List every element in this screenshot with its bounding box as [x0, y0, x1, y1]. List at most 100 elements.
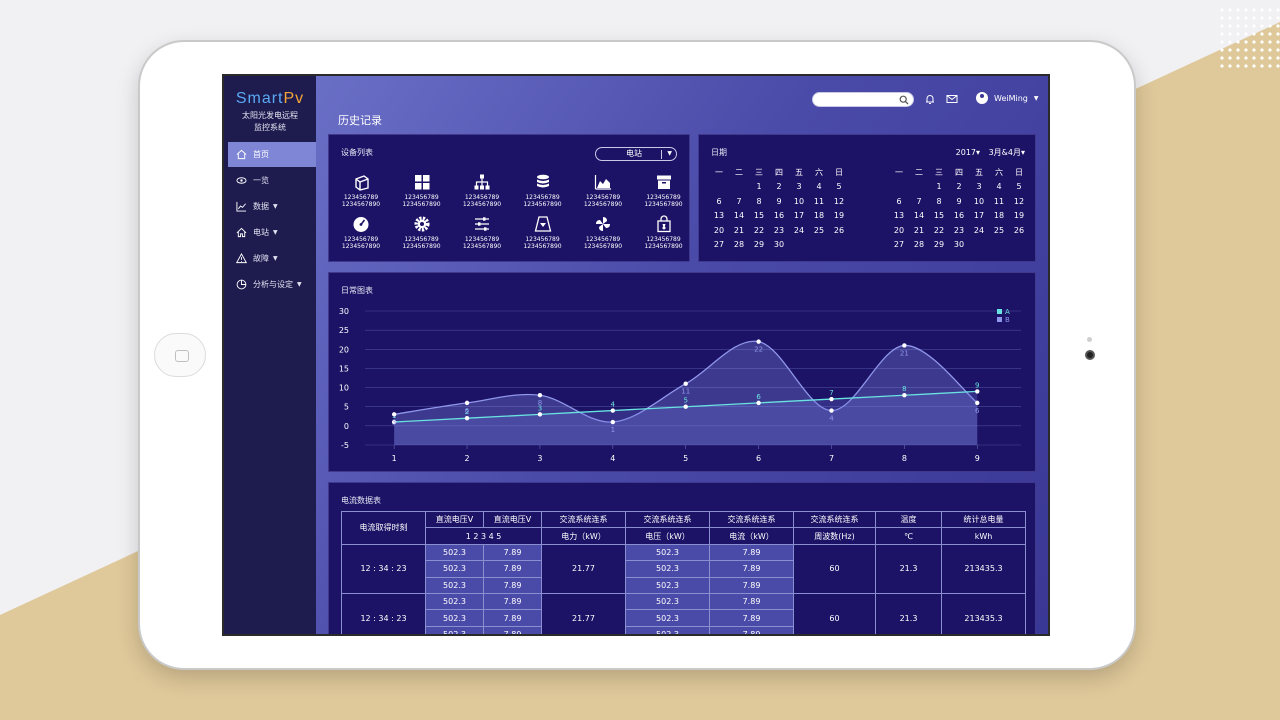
calendar-day[interactable]: 12 — [1009, 197, 1029, 206]
calendar-day[interactable]: 29 — [749, 240, 769, 249]
bell-icon[interactable] — [924, 93, 936, 105]
calendar-day[interactable]: 22 — [929, 226, 949, 235]
calendar-day[interactable]: 9 — [949, 197, 969, 206]
calendar-day[interactable]: 13 — [709, 211, 729, 220]
calendar-day[interactable]: 17 — [969, 211, 989, 220]
calendar-day[interactable]: 25 — [809, 226, 829, 235]
calendar-day[interactable]: 7 — [729, 197, 749, 206]
device-item[interactable]: 123456789 1234567890 — [454, 173, 510, 208]
calendar-day[interactable]: 14 — [909, 211, 929, 220]
calendar-day[interactable]: 11 — [989, 197, 1009, 206]
year-select[interactable]: 2017▾ — [956, 148, 980, 157]
user-menu[interactable]: WeiMing ▼ — [976, 92, 1038, 104]
device-serial: 1234567890 — [462, 243, 502, 250]
calendar-day[interactable]: 1 — [749, 182, 769, 191]
calendar-day[interactable]: 11 — [809, 197, 829, 206]
calendar-day[interactable]: 24 — [969, 226, 989, 235]
calendar-day[interactable]: 27 — [709, 240, 729, 249]
calendar-day[interactable]: 20 — [889, 226, 909, 235]
search-input[interactable] — [812, 92, 914, 107]
station-select[interactable]: 电站 ▼ — [595, 147, 677, 161]
calendar-day[interactable]: 2 — [769, 182, 789, 191]
calendar-day[interactable]: 13 — [889, 211, 909, 220]
calendar-day[interactable]: 10 — [969, 197, 989, 206]
calendar-title: 日期 — [711, 148, 727, 157]
legend-swatch — [997, 309, 1002, 314]
calendar-day[interactable]: 4 — [989, 182, 1009, 191]
device-item[interactable]: 123456789 1234567890 — [394, 215, 450, 250]
calendar-day[interactable]: 2 — [949, 182, 969, 191]
month-select[interactable]: 3月&4月▾ — [989, 148, 1025, 157]
table-cell-temperature: 21.3 — [875, 543, 942, 594]
calendar-day[interactable]: 1 — [929, 182, 949, 191]
data-label: 6 — [465, 407, 470, 415]
calendar-day[interactable]: 8 — [929, 197, 949, 206]
calendar-day[interactable]: 26 — [1009, 226, 1029, 235]
sidebar-item-analysis[interactable]: 分析与设定 ▼ — [228, 272, 316, 297]
sidebar-item-station[interactable]: 电站 ▼ — [228, 220, 316, 245]
weekday-label: 六 — [815, 167, 823, 177]
calendar-day[interactable]: 3 — [969, 182, 989, 191]
device-item[interactable]: 123456789 1234567890 — [333, 215, 389, 250]
device-item[interactable]: 123456789 1234567890 — [394, 173, 450, 208]
eye-icon — [236, 177, 247, 184]
calendar-day[interactable]: 18 — [989, 211, 1009, 220]
search-icon[interactable] — [899, 95, 909, 105]
calendar-day[interactable]: 5 — [1009, 182, 1029, 191]
calendar-day[interactable]: 20 — [709, 226, 729, 235]
sidebar-item-home[interactable]: 首页 — [228, 142, 316, 167]
calendar-day[interactable]: 21 — [909, 226, 929, 235]
device-item[interactable]: 123456789 1234567890 — [575, 215, 631, 250]
calendar-day[interactable]: 25 — [989, 226, 1009, 235]
calendar-day[interactable]: 9 — [769, 197, 789, 206]
calendar-day[interactable]: 28 — [729, 240, 749, 249]
calendar-day[interactable]: 23 — [769, 226, 789, 235]
calendar-day[interactable]: 6 — [709, 197, 729, 206]
calendar-day[interactable]: 22 — [749, 226, 769, 235]
calendar-day[interactable]: 26 — [829, 226, 849, 235]
device-item[interactable]: 123456789 1234567890 — [515, 215, 571, 250]
calendar-day[interactable]: 27 — [889, 240, 909, 249]
calendar-day[interactable]: 19 — [829, 211, 849, 220]
calendar-day[interactable]: 16 — [769, 211, 789, 220]
chevron-down-icon: ▼ — [273, 203, 278, 210]
gauge-icon — [353, 217, 369, 232]
calendar-day[interactable]: 24 — [789, 226, 809, 235]
calendar-day[interactable]: 28 — [909, 240, 929, 249]
calendar-day[interactable]: 30 — [769, 240, 789, 249]
calendar-day[interactable]: 15 — [749, 211, 769, 220]
calendar-day[interactable]: 29 — [929, 240, 949, 249]
device-item[interactable]: 123456789 1234567890 — [454, 215, 510, 250]
sidebar-item-overview[interactable]: 一览 — [228, 168, 316, 193]
device-item[interactable]: 123456789 1234567890 — [333, 173, 389, 208]
calendar-day[interactable]: 21 — [729, 226, 749, 235]
calendar-day[interactable]: 12 — [829, 197, 849, 206]
calendar-day[interactable]: 7 — [909, 197, 929, 206]
device-item[interactable]: 123456789 1234567890 — [575, 173, 631, 208]
device-id: 123456789 — [525, 236, 560, 243]
calendar-day[interactable]: 23 — [949, 226, 969, 235]
mail-icon[interactable] — [946, 93, 958, 105]
chevron-down-icon: ▾ — [1020, 148, 1025, 157]
table-cell: 7.89 — [709, 543, 794, 562]
calendar-day[interactable]: 30 — [949, 240, 969, 249]
calendar-day[interactable]: 17 — [789, 211, 809, 220]
calendar-day[interactable]: 18 — [809, 211, 829, 220]
calendar-day[interactable]: 14 — [729, 211, 749, 220]
device-item[interactable]: 123456789 1234567890 — [636, 215, 692, 250]
device-item[interactable]: 123456789 1234567890 — [515, 173, 571, 208]
sidebar-item-data[interactable]: 数据 ▼ — [228, 194, 316, 219]
calendar-day[interactable]: 15 — [929, 211, 949, 220]
calendar-day[interactable]: 10 — [789, 197, 809, 206]
calendar-day[interactable]: 3 — [789, 182, 809, 191]
calendar-day[interactable]: 16 — [949, 211, 969, 220]
calendar-day[interactable]: 19 — [1009, 211, 1029, 220]
calendar-day[interactable]: 8 — [749, 197, 769, 206]
calendar-day[interactable]: 5 — [829, 182, 849, 191]
table-header-cell: 交流系统连系 — [793, 510, 876, 529]
calendar-day[interactable]: 4 — [809, 182, 829, 191]
device-item[interactable]: 123456789 1234567890 — [636, 173, 692, 208]
calendar-day[interactable]: 6 — [889, 197, 909, 206]
calendar-week: 27 28 29 30 — [889, 238, 1029, 253]
sidebar-item-fault[interactable]: 故障 ▼ — [228, 246, 316, 271]
